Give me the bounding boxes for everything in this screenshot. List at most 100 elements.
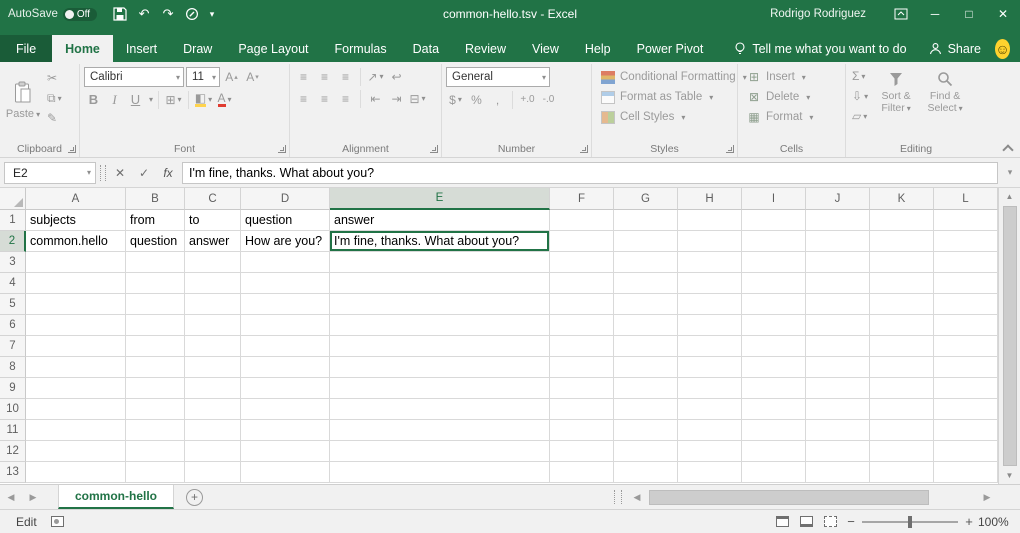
- cell-C13[interactable]: [185, 462, 241, 483]
- cell-D12[interactable]: [241, 441, 330, 462]
- cell-G9[interactable]: [614, 378, 678, 399]
- cell-A2[interactable]: common.hello: [26, 231, 126, 252]
- fill-button[interactable]: ⇩▾: [850, 87, 870, 105]
- next-sheet-button[interactable]: ▶: [22, 485, 44, 509]
- cell-I13[interactable]: [742, 462, 806, 483]
- cell-B13[interactable]: [126, 462, 185, 483]
- tab-view[interactable]: View: [519, 35, 572, 62]
- horizontal-scroll-thumb[interactable]: [649, 490, 929, 505]
- cell-K10[interactable]: [870, 399, 934, 420]
- delete-cells-button[interactable]: ⊠ Delete ▾: [742, 87, 841, 107]
- cell-E12[interactable]: [330, 441, 550, 462]
- cell-H13[interactable]: [678, 462, 742, 483]
- cell-F10[interactable]: [550, 399, 614, 420]
- cell-B12[interactable]: [126, 441, 185, 462]
- cell-E5[interactable]: [330, 294, 550, 315]
- vertical-scrollbar[interactable]: ▲ ▼: [998, 188, 1020, 484]
- cell-H1[interactable]: [678, 210, 742, 231]
- cell-A3[interactable]: [26, 252, 126, 273]
- cell-E4[interactable]: [330, 273, 550, 294]
- scroll-down-button[interactable]: ▼: [999, 467, 1020, 484]
- cell-A7[interactable]: [26, 336, 126, 357]
- cell-L3[interactable]: [934, 252, 998, 273]
- cell-J9[interactable]: [806, 378, 870, 399]
- percent-style-button[interactable]: %: [467, 90, 486, 109]
- row-header-8[interactable]: 8: [0, 357, 26, 378]
- number-format-select[interactable]: General▾: [446, 67, 550, 87]
- column-header-I[interactable]: I: [742, 188, 806, 210]
- insert-function-button[interactable]: fx: [158, 162, 178, 184]
- cell-H3[interactable]: [678, 252, 742, 273]
- zoom-percentage[interactable]: 100%: [978, 515, 1020, 529]
- align-middle-button[interactable]: ≡: [315, 67, 334, 86]
- user-name[interactable]: Rodrigo Rodriguez: [770, 8, 866, 20]
- cell-C7[interactable]: [185, 336, 241, 357]
- cell-J13[interactable]: [806, 462, 870, 483]
- merge-center-button[interactable]: ⊟▾: [408, 89, 427, 108]
- italic-button[interactable]: I: [105, 90, 124, 109]
- tab-page-layout[interactable]: Page Layout: [225, 35, 321, 62]
- cell-G5[interactable]: [614, 294, 678, 315]
- cell-D5[interactable]: [241, 294, 330, 315]
- cancel-button[interactable]: ✕: [110, 162, 130, 184]
- cell-H12[interactable]: [678, 441, 742, 462]
- row-header-9[interactable]: 9: [0, 378, 26, 399]
- column-header-J[interactable]: J: [806, 188, 870, 210]
- align-right-button[interactable]: ≡: [336, 89, 355, 108]
- cell-I3[interactable]: [742, 252, 806, 273]
- cell-E3[interactable]: [330, 252, 550, 273]
- column-header-C[interactable]: C: [185, 188, 241, 210]
- page-break-view-button[interactable]: [818, 512, 842, 532]
- cell-L1[interactable]: [934, 210, 998, 231]
- cell-H4[interactable]: [678, 273, 742, 294]
- cell-L5[interactable]: [934, 294, 998, 315]
- cell-J3[interactable]: [806, 252, 870, 273]
- cell-K11[interactable]: [870, 420, 934, 441]
- column-header-A[interactable]: A: [26, 188, 126, 210]
- cell-A6[interactable]: [26, 315, 126, 336]
- cell-E1[interactable]: answer: [330, 210, 550, 231]
- conditional-formatting-button[interactable]: Conditional Formatting ▾: [596, 67, 733, 87]
- cell-C10[interactable]: [185, 399, 241, 420]
- cell-B11[interactable]: [126, 420, 185, 441]
- row-header-4[interactable]: 4: [0, 273, 26, 294]
- sort-filter-button[interactable]: Sort & Filter▾: [873, 67, 919, 114]
- tab-formulas[interactable]: Formulas: [322, 35, 400, 62]
- cell-I4[interactable]: [742, 273, 806, 294]
- cell-A13[interactable]: [26, 462, 126, 483]
- cell-D4[interactable]: [241, 273, 330, 294]
- cell-G6[interactable]: [614, 315, 678, 336]
- cell-C3[interactable]: [185, 252, 241, 273]
- find-select-button[interactable]: Find & Select▾: [922, 67, 968, 114]
- new-sheet-button[interactable]: +: [186, 489, 203, 506]
- maximize-button[interactable]: □: [952, 0, 986, 28]
- column-header-D[interactable]: D: [241, 188, 330, 210]
- cell-K8[interactable]: [870, 357, 934, 378]
- record-macro-icon[interactable]: [51, 516, 64, 527]
- cell-J7[interactable]: [806, 336, 870, 357]
- cell-B6[interactable]: [126, 315, 185, 336]
- cell-L12[interactable]: [934, 441, 998, 462]
- cell-G8[interactable]: [614, 357, 678, 378]
- formula-bar-splitter[interactable]: [100, 165, 106, 181]
- column-header-G[interactable]: G: [614, 188, 678, 210]
- cell-E9[interactable]: [330, 378, 550, 399]
- normal-view-button[interactable]: [770, 512, 794, 532]
- feedback-smiley-icon[interactable]: ☺: [995, 39, 1010, 59]
- increase-indent-button[interactable]: ⇥: [387, 89, 406, 108]
- cell-F7[interactable]: [550, 336, 614, 357]
- decrease-font-size-button[interactable]: A▾: [243, 68, 262, 87]
- cell-L2[interactable]: [934, 231, 998, 252]
- cell-E13[interactable]: [330, 462, 550, 483]
- dialog-launcher-icon[interactable]: [68, 145, 76, 153]
- scroll-up-button[interactable]: ▲: [999, 188, 1020, 205]
- increase-font-size-button[interactable]: A▴: [222, 68, 241, 87]
- cell-B7[interactable]: [126, 336, 185, 357]
- cell-K9[interactable]: [870, 378, 934, 399]
- column-header-F[interactable]: F: [550, 188, 614, 210]
- format-painter-button[interactable]: ✎: [45, 109, 64, 127]
- cell-E7[interactable]: [330, 336, 550, 357]
- cell-I8[interactable]: [742, 357, 806, 378]
- cell-G1[interactable]: [614, 210, 678, 231]
- cell-I5[interactable]: [742, 294, 806, 315]
